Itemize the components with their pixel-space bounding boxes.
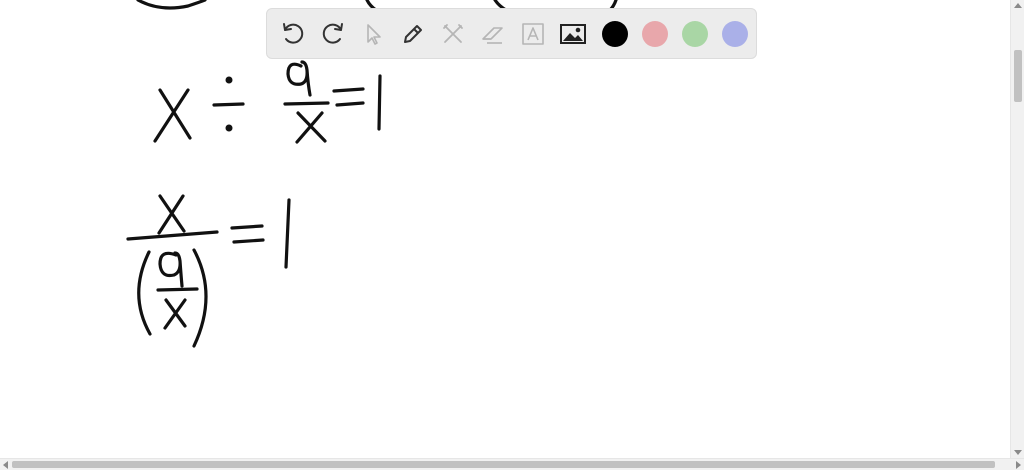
text-icon xyxy=(522,22,544,45)
scroll-right-arrow[interactable] xyxy=(1016,461,1021,469)
whiteboard-canvas[interactable] xyxy=(0,0,1010,458)
undo-button[interactable] xyxy=(275,14,311,54)
x-letter-2 xyxy=(157,194,186,235)
tools-icon xyxy=(443,23,463,43)
one-2 xyxy=(284,198,291,269)
color-pink-swatch[interactable] xyxy=(642,20,668,47)
nine-inner xyxy=(158,251,184,288)
left-paren xyxy=(137,250,152,336)
equals-1-top xyxy=(332,87,365,93)
scroll-up-arrow[interactable] xyxy=(1014,3,1022,8)
x-inner xyxy=(163,298,187,330)
equals-2-top xyxy=(230,224,264,230)
color-black-swatch[interactable] xyxy=(602,20,628,47)
nine-numerator xyxy=(286,60,312,97)
right-paren xyxy=(192,248,208,348)
redo-button[interactable] xyxy=(315,14,351,54)
divide-bar xyxy=(212,102,245,107)
horizontal-scrollbar[interactable] xyxy=(0,458,1024,470)
x-denominator-1 xyxy=(295,111,327,144)
vertical-scroll-thumb[interactable] xyxy=(1014,50,1022,102)
scroll-left-arrow[interactable] xyxy=(3,461,8,469)
x-letter-1 xyxy=(153,88,192,143)
color-green-swatch[interactable] xyxy=(682,20,708,47)
equals-1-bottom xyxy=(335,101,365,107)
equals-2-bottom xyxy=(232,238,265,244)
drawing-toolbar xyxy=(266,8,757,59)
one-1 xyxy=(377,74,382,131)
fraction-bar-2 xyxy=(126,230,219,241)
inner-fraction-bar xyxy=(156,287,199,292)
image-button[interactable] xyxy=(555,14,591,54)
color-lavender-swatch[interactable] xyxy=(722,20,748,47)
pen-button[interactable] xyxy=(395,14,431,54)
divide-dot-bottom xyxy=(225,124,233,132)
horizontal-scroll-thumb[interactable] xyxy=(12,461,995,468)
eraser-button[interactable] xyxy=(475,14,511,54)
redo-icon xyxy=(322,22,343,44)
handwriting-layer xyxy=(126,0,618,348)
undo-icon xyxy=(283,22,304,44)
text-button[interactable] xyxy=(515,14,551,54)
tools-button[interactable] xyxy=(435,14,471,54)
image-icon xyxy=(560,23,586,44)
eraser-icon xyxy=(482,26,503,44)
vertical-scrollbar[interactable] xyxy=(1010,0,1024,458)
pointer-icon xyxy=(367,23,381,45)
scroll-down-arrow[interactable] xyxy=(1014,450,1022,455)
partial-circle-stroke xyxy=(136,0,207,10)
pen-icon xyxy=(404,24,422,43)
fraction-bar-1 xyxy=(283,101,330,106)
select-button[interactable] xyxy=(355,14,391,54)
divide-dot-top xyxy=(225,76,233,84)
